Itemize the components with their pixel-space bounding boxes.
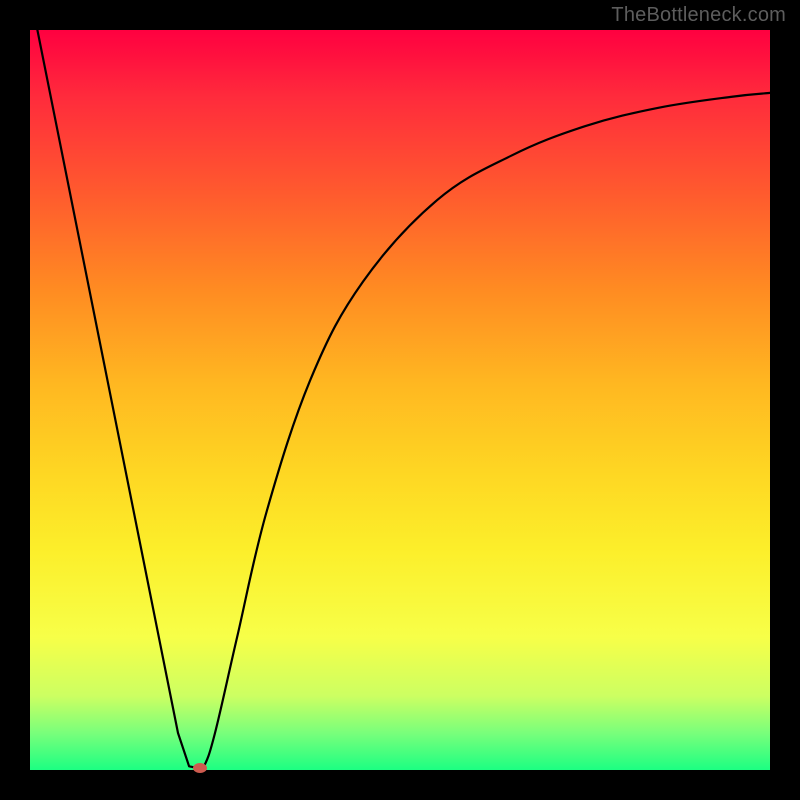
bottleneck-curve	[30, 30, 770, 770]
optimum-marker	[193, 763, 207, 773]
watermark-text: TheBottleneck.com	[611, 4, 786, 27]
plot-area	[30, 30, 770, 770]
chart-frame: TheBottleneck.com	[0, 0, 800, 800]
